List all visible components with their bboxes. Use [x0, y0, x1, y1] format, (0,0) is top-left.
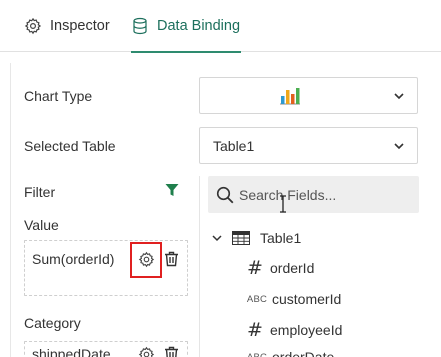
trash-icon — [164, 251, 178, 267]
bar-chart-icon — [280, 88, 300, 105]
gear-icon — [138, 346, 154, 357]
database-icon — [131, 17, 149, 35]
value-drop-zone[interactable]: Sum(orderId) — [24, 240, 188, 296]
value-delete-button[interactable] — [162, 250, 180, 268]
tree-field-item[interactable]: ABC customerId — [244, 287, 341, 311]
gear-icon — [24, 17, 42, 35]
tab-bar: Inspector Data Binding — [0, 0, 441, 53]
chevron-down-icon — [394, 93, 404, 100]
funnel-icon[interactable] — [165, 183, 179, 197]
chart-type-label: Chart Type — [24, 88, 93, 104]
value-field-pill: Sum(orderId) — [32, 251, 115, 267]
tree-field-item[interactable]: # employeeId — [246, 318, 342, 342]
category-field-pill: shippedDate — [32, 346, 111, 357]
chevron-down-icon — [394, 143, 404, 150]
text-cursor-icon — [280, 195, 286, 213]
search-icon — [216, 186, 234, 204]
tree-field-item[interactable]: ABC orderDate — [244, 345, 334, 357]
string-type-icon: ABC — [246, 351, 268, 357]
field-name: customerId — [272, 291, 342, 307]
category-settings-button[interactable] — [137, 345, 155, 357]
panel-divider — [199, 176, 200, 357]
tab-inspector[interactable]: Inspector — [24, 0, 110, 52]
search-box[interactable] — [208, 176, 419, 213]
filter-label: Filter — [24, 184, 56, 200]
number-type-icon: # — [247, 319, 263, 341]
value-label: Value — [24, 217, 59, 233]
trash-icon — [164, 346, 178, 357]
category-drop-zone[interactable]: shippedDate — [24, 341, 188, 357]
category-delete-button[interactable] — [162, 345, 180, 357]
tab-data-binding-label: Data Binding — [157, 18, 241, 34]
selected-table-value: Table1 — [213, 138, 255, 154]
chart-type-dropdown[interactable] — [199, 77, 418, 114]
chevron-down-icon — [212, 235, 222, 242]
tab-inspector-label: Inspector — [50, 18, 110, 34]
settings-highlight-box — [130, 242, 162, 278]
tree-table-node[interactable]: Table1 — [212, 226, 301, 250]
tree-field-item[interactable]: # orderId — [246, 256, 314, 280]
field-name: employeeId — [270, 322, 343, 338]
selected-table-dropdown[interactable]: Table1 — [199, 127, 418, 164]
number-type-icon: # — [247, 257, 263, 279]
search-input[interactable] — [239, 184, 409, 206]
field-name: orderDate — [272, 349, 335, 357]
table-icon — [232, 231, 250, 245]
string-type-icon: ABC — [246, 293, 268, 305]
field-name: orderId — [270, 260, 315, 276]
tab-data-binding[interactable]: Data Binding — [131, 0, 242, 53]
category-label: Category — [24, 315, 81, 331]
panel-border — [10, 63, 11, 357]
selected-table-label: Selected Table — [24, 138, 116, 154]
tree-table-label: Table1 — [260, 230, 302, 246]
